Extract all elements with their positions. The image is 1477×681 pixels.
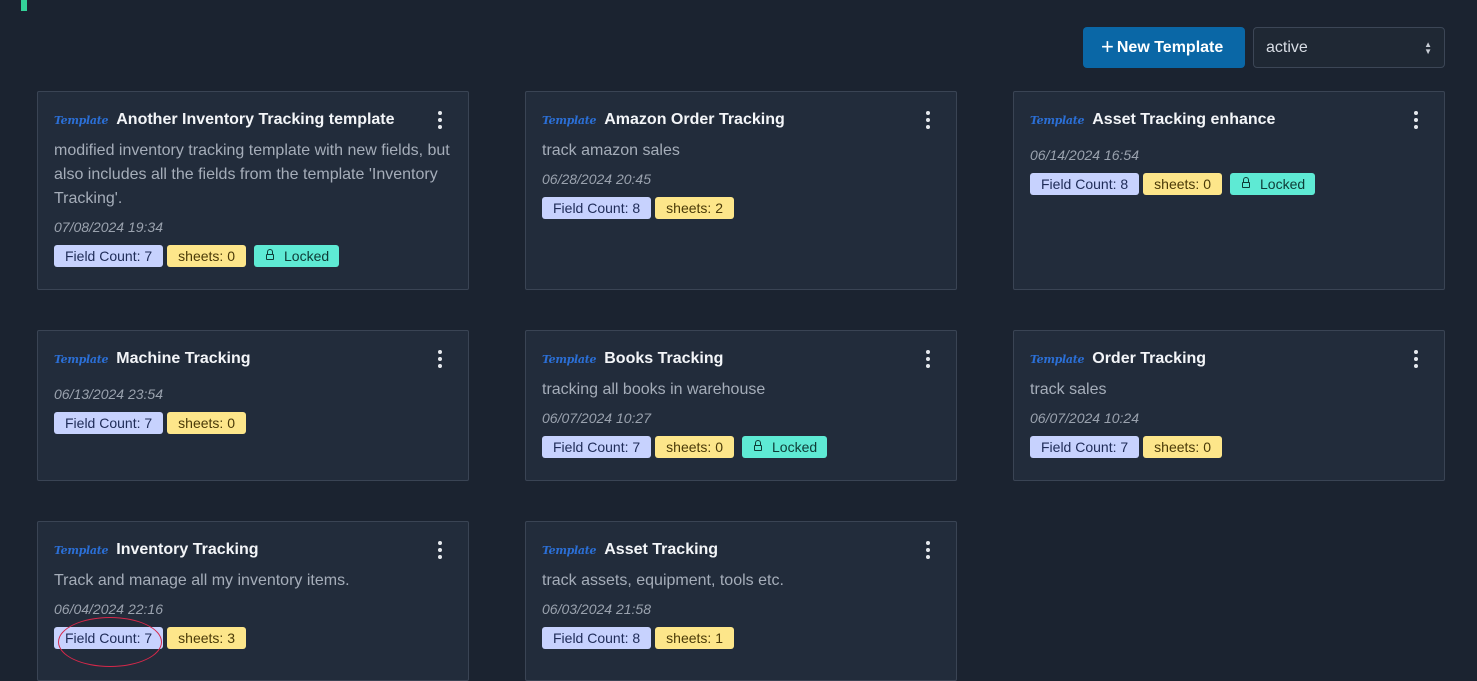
kebab-menu-icon[interactable] [920,110,936,130]
sheets-badge: sheets: 0 [1143,173,1222,195]
template-card[interactable]: Template Machine Tracking 06/13/2024 23:… [37,330,469,481]
template-date: 06/03/2024 21:58 [542,601,651,617]
field-count-badge: Field Count: 7 [1030,436,1140,458]
template-description: track sales [1030,381,1107,398]
locked-badge: Locked [742,436,828,458]
template-card[interactable]: Template Books Tracking tracking all boo… [525,330,957,481]
locked-badge: Locked [254,245,340,267]
locked-badge: Locked [1230,173,1316,195]
kebab-menu-icon[interactable] [432,540,448,560]
kebab-menu-icon[interactable] [920,540,936,560]
template-logo-icon: Template [542,543,597,557]
locked-label: Locked [284,248,330,264]
sheets-badge: sheets: 0 [1143,436,1222,458]
template-badges: Field Count: 8 sheets: 2 [542,197,940,219]
status-filter-select[interactable]: active ▲ ▼ [1253,27,1445,68]
field-count-badge: Field Count: 7 [54,245,164,267]
locked-label: Locked [1260,176,1306,192]
template-title[interactable]: Machine Tracking [116,350,432,368]
template-logo-icon: Template [1030,352,1085,366]
sheets-badge: sheets: 0 [167,245,246,267]
sheets-badge: sheets: 1 [655,627,734,649]
lock-icon [1242,177,1250,188]
template-badges: Field Count: 7 sheets: 0 Locked [542,436,940,458]
template-card[interactable]: Template Asset Tracking track assets, eq… [525,521,957,681]
template-title[interactable]: Order Tracking [1092,350,1408,368]
template-date: 07/08/2024 19:34 [54,219,163,235]
toolbar: + New Template active ▲ ▼ [1083,27,1445,68]
template-date: 06/07/2024 10:24 [1030,410,1139,426]
template-description: track assets, equipment, tools etc. [542,572,784,589]
kebab-menu-icon[interactable] [432,349,448,369]
template-title[interactable]: Books Tracking [604,350,920,368]
sheets-badge: sheets: 2 [655,197,734,219]
template-badges: Field Count: 7 sheets: 0 [1030,436,1428,458]
template-logo-icon: Template [542,352,597,366]
kebab-menu-icon[interactable] [920,349,936,369]
sheets-badge: sheets: 3 [167,627,246,649]
template-title[interactable]: Inventory Tracking [116,541,432,559]
template-logo-icon: Template [54,543,109,557]
template-date: 06/28/2024 20:45 [542,171,651,187]
template-logo-icon: Template [54,113,109,127]
template-badges: Field Count: 7 sheets: 0 Locked [54,245,452,267]
sheets-badge: sheets: 0 [167,412,246,434]
template-date: 06/13/2024 23:54 [54,386,163,402]
lock-icon [266,249,274,260]
template-date: 06/04/2024 22:16 [54,601,163,617]
template-logo-icon: Template [1030,113,1085,127]
template-date: 06/07/2024 10:27 [542,410,651,426]
new-template-label: New Template [1116,38,1224,56]
template-card[interactable]: Template Amazon Order Tracking track ama… [525,91,957,290]
template-logo-icon: Template [542,113,597,127]
field-count-badge: Field Count: 8 [1030,173,1140,195]
template-title[interactable]: Another Inventory Tracking template [116,111,432,129]
template-title[interactable]: Amazon Order Tracking [604,111,920,129]
locked-label: Locked [772,439,818,455]
template-card[interactable]: Template Asset Tracking enhance 06/14/20… [1013,91,1445,290]
accent-bar [21,0,27,11]
lock-icon [754,440,762,451]
template-card[interactable]: Template Inventory Tracking Track and ma… [37,521,469,681]
template-logo-icon: Template [54,352,109,366]
template-card[interactable]: Template Order Tracking track sales 06/0… [1013,330,1445,481]
template-date: 06/14/2024 16:54 [1030,147,1139,163]
kebab-menu-icon[interactable] [1408,349,1424,369]
template-title[interactable]: Asset Tracking [604,541,920,559]
template-badges: Field Count: 8 sheets: 0 Locked [1030,173,1428,195]
new-template-button[interactable]: + New Template [1083,27,1245,68]
field-count-badge: Field Count: 8 [542,197,652,219]
chevron-up-down-icon: ▲ ▼ [1424,39,1432,56]
field-count-badge: Field Count: 7 [54,412,164,434]
field-count-badge: Field Count: 7 [542,436,652,458]
template-title[interactable]: Asset Tracking enhance [1092,111,1408,129]
template-description: tracking all books in warehouse [542,381,766,398]
template-badges: Field Count: 7 sheets: 0 [54,412,452,434]
field-count-badge: Field Count: 8 [542,627,652,649]
plus-icon: + [1101,33,1114,59]
template-badges: Field Count: 8 sheets: 1 [542,627,940,649]
template-description: modified inventory tracking template wit… [54,142,450,207]
template-description: track amazon sales [542,142,680,159]
field-count-badge: Field Count: 7 [54,627,164,649]
template-badges: Field Count: 7 sheets: 3 [54,627,452,649]
kebab-menu-icon[interactable] [1408,110,1424,130]
kebab-menu-icon[interactable] [432,110,448,130]
sheets-badge: sheets: 0 [655,436,734,458]
template-card[interactable]: Template Another Inventory Tracking temp… [37,91,469,290]
status-filter-value: active [1266,38,1308,56]
template-description: Track and manage all my inventory items. [54,572,350,589]
